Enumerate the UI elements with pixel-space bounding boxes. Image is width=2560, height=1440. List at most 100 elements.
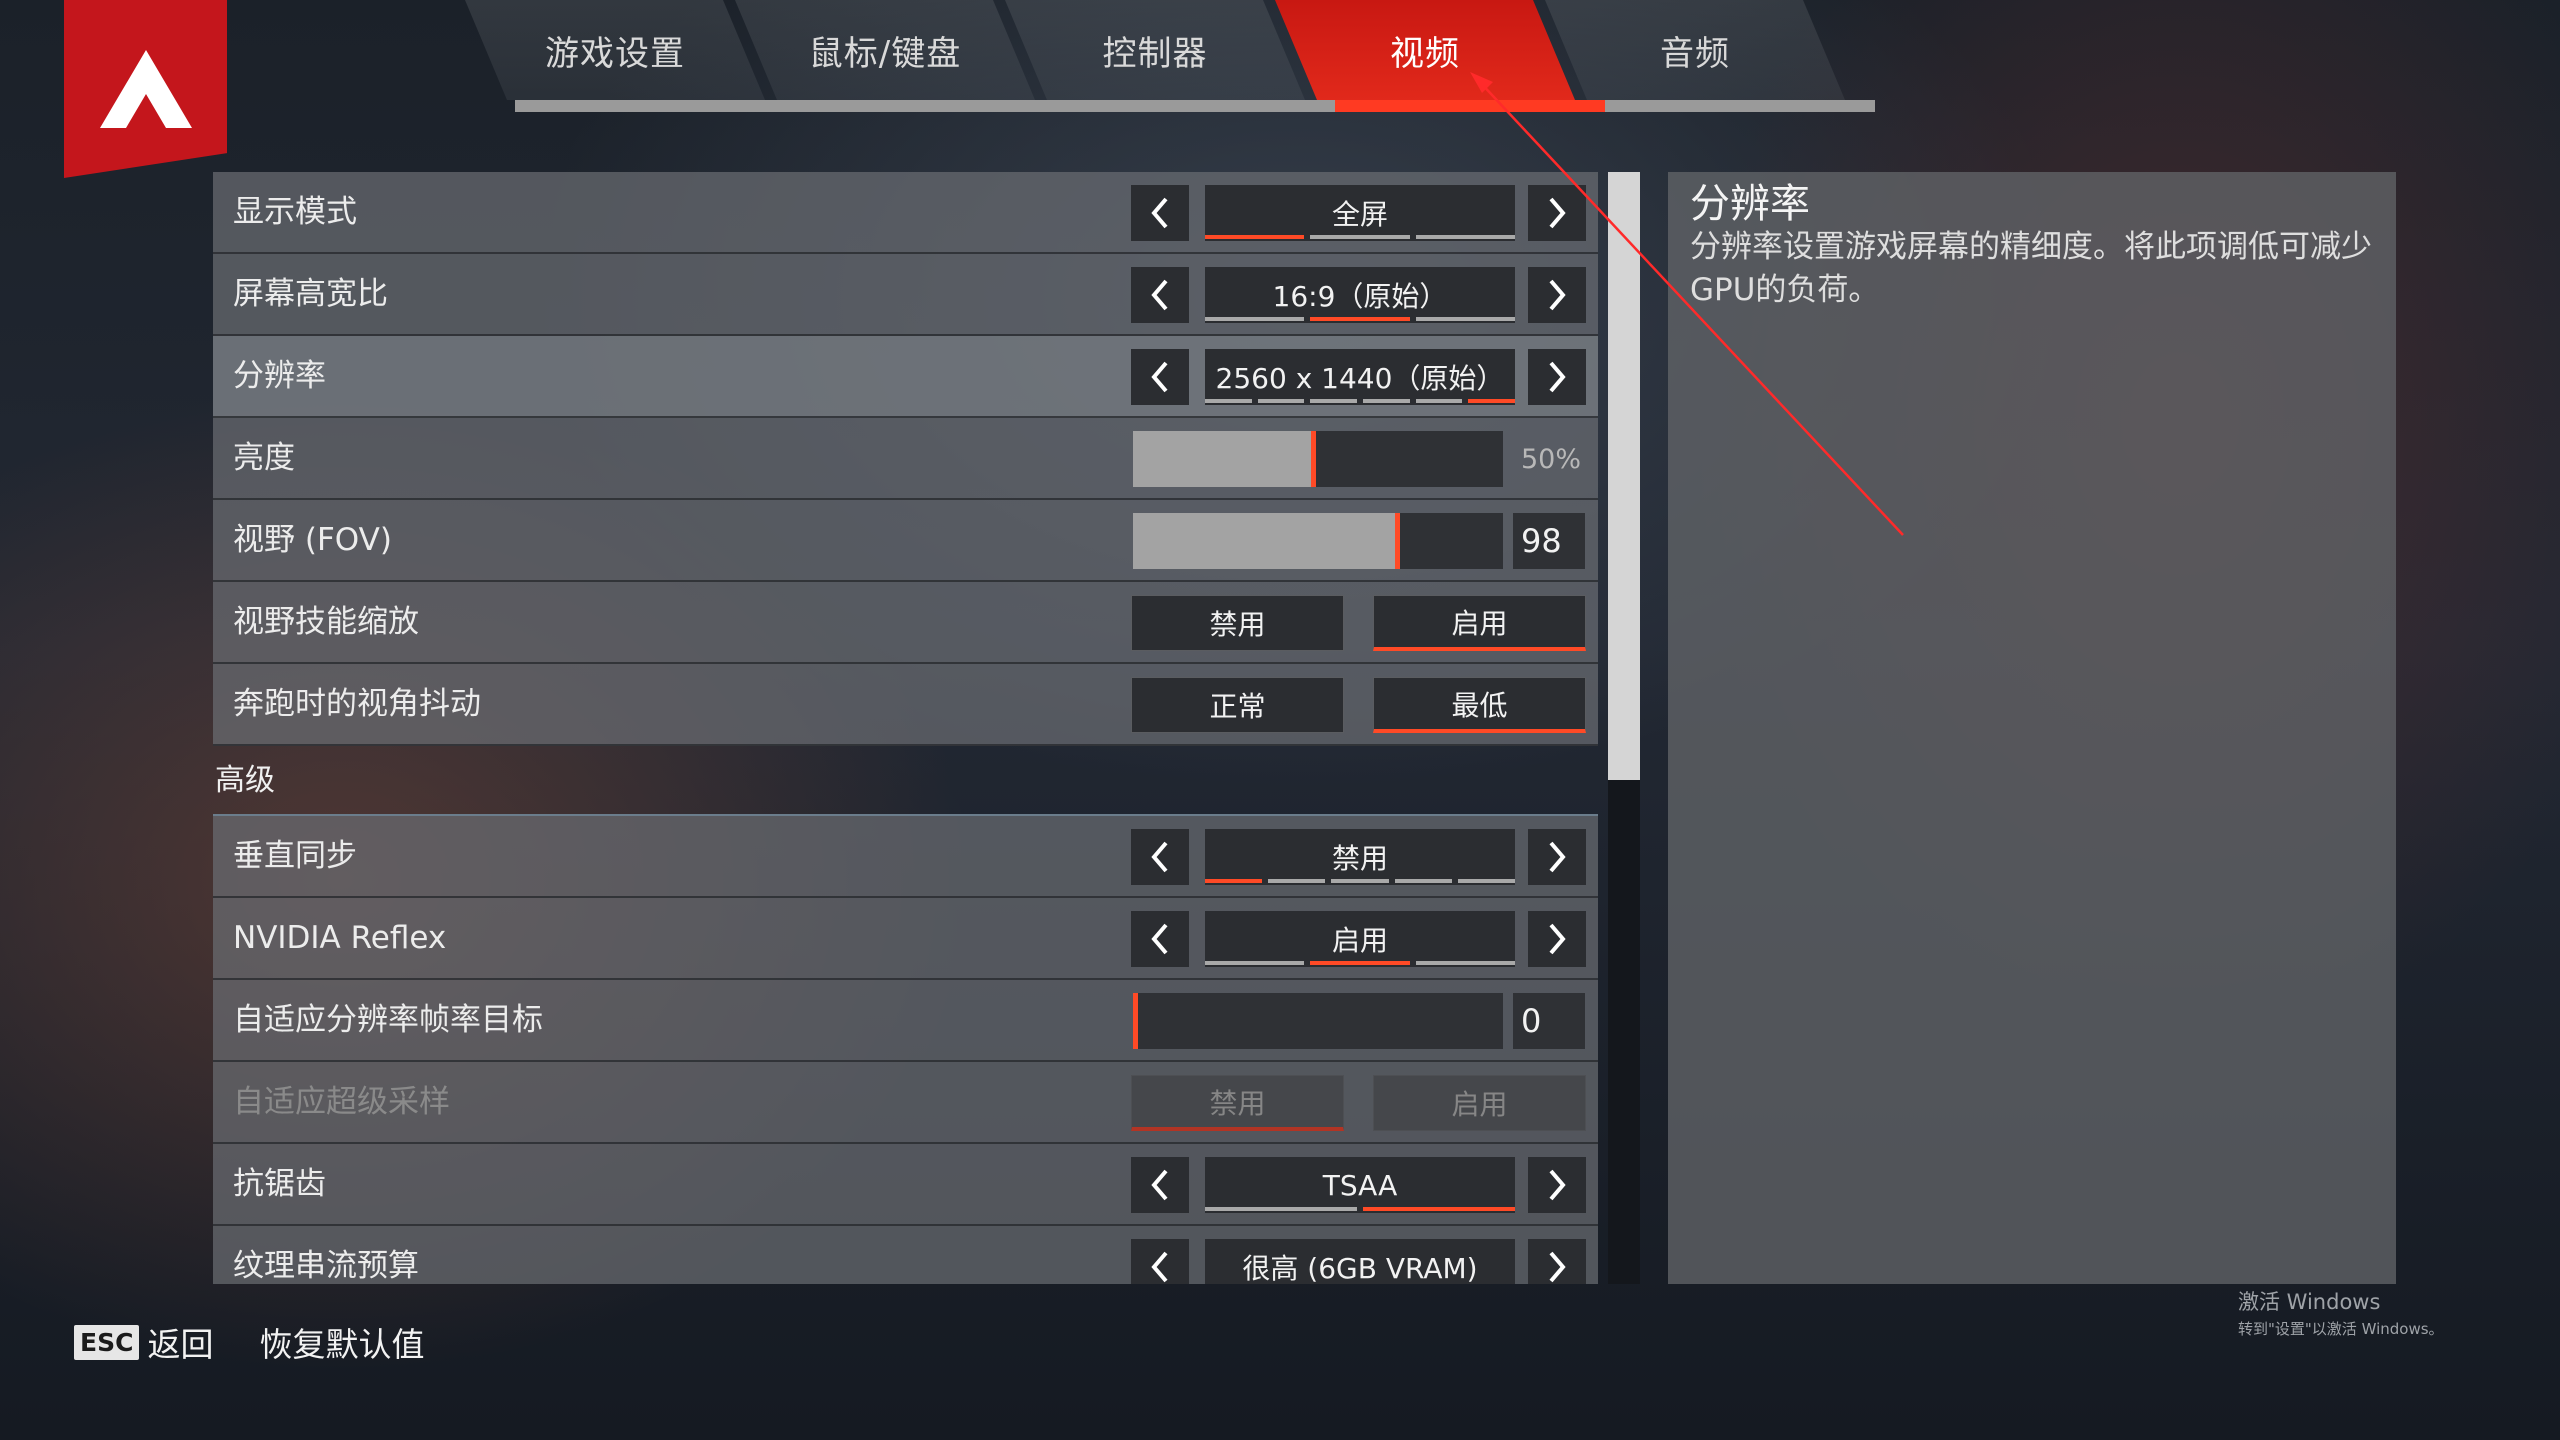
setting-label: 抗锯齿 [233, 1166, 326, 1202]
setting-label: 自适应超级采样 [233, 1084, 450, 1120]
description-title: 分辨率 [1690, 181, 1810, 227]
selected-value: 16:9（原始） [1205, 267, 1515, 323]
tab-active-underline [1335, 100, 1605, 112]
chevron-left-icon [1151, 197, 1168, 229]
setting-label: 视野 (FOV) [233, 522, 392, 558]
next-option-button[interactable] [1528, 267, 1586, 323]
setting-label: 自适应分辨率帧率目标 [233, 1002, 543, 1038]
toggle-option-disable: 禁用 [1131, 1075, 1344, 1131]
fov-value-field[interactable]: 98 [1513, 513, 1585, 569]
setting-row-vsync[interactable]: 垂直同步 禁用 [213, 816, 1598, 898]
chevron-right-icon [1549, 923, 1566, 955]
option-indicator [1205, 399, 1516, 403]
prev-option-button[interactable] [1131, 1239, 1189, 1284]
tab-audio[interactable]: 音频 [1545, 0, 1845, 100]
next-option-button[interactable] [1528, 1239, 1586, 1284]
setting-label: 屏幕高宽比 [233, 276, 388, 312]
setting-row-adaptive-resolution[interactable]: 自适应分辨率帧率目标 0 [213, 980, 1598, 1062]
brightness-slider[interactable] [1133, 431, 1503, 487]
brightness-value: 50% [1521, 443, 1582, 475]
windows-activation-watermark: 激活 Windows 转到"设置"以激活 Windows。 [2238, 1286, 2444, 1339]
toggle-option-normal[interactable]: 正常 [1131, 677, 1344, 733]
setting-row-texture-budget[interactable]: 纹理串流预算 很高 (6GB VRAM) [213, 1226, 1598, 1284]
chevron-left-icon [1151, 361, 1168, 393]
slider-handle[interactable] [1133, 993, 1138, 1049]
adaptive-resolution-value-field[interactable]: 0 [1513, 993, 1585, 1049]
slider-handle[interactable] [1311, 431, 1316, 487]
selected-value: 启用 [1205, 911, 1515, 967]
option-indicator [1205, 961, 1515, 965]
next-option-button[interactable] [1528, 911, 1586, 967]
toggle-option-enable: 启用 [1373, 1075, 1586, 1131]
setting-description-panel: 分辨率 分辨率设置游戏屏幕的精细度。将此项调低可减少GPU的负荷。 [1668, 172, 2396, 1284]
back-button[interactable]: 返回 [147, 1318, 213, 1366]
restore-defaults-button[interactable]: 恢复默认值 [259, 1318, 424, 1366]
selected-value: 很高 (6GB VRAM) [1205, 1239, 1515, 1284]
option-indicator [1205, 317, 1515, 321]
setting-row-resolution[interactable]: 分辨率 2560 x 1440（原始） [213, 336, 1598, 418]
prev-option-button[interactable] [1131, 829, 1189, 885]
settings-scrollbar[interactable] [1608, 172, 1640, 1284]
setting-row-display-mode[interactable]: 显示模式 全屏 [213, 172, 1598, 254]
toggle-option-disable[interactable]: 禁用 [1131, 595, 1344, 651]
toggle-option-enable[interactable]: 启用 [1373, 595, 1586, 651]
option-indicator [1205, 1207, 1515, 1211]
slider-fill [1133, 431, 1313, 487]
chevron-left-icon [1151, 279, 1168, 311]
chevron-right-icon [1549, 1169, 1566, 1201]
next-option-button[interactable] [1528, 1157, 1586, 1213]
adaptive-resolution-slider[interactable] [1133, 993, 1503, 1049]
tab-video[interactable]: 视频 [1275, 0, 1575, 100]
setting-label: 纹理串流预算 [233, 1248, 419, 1284]
chevron-left-icon [1151, 841, 1168, 873]
next-option-button[interactable] [1528, 829, 1586, 885]
setting-row-anti-aliasing[interactable]: 抗锯齿 TSAA [213, 1144, 1598, 1226]
setting-label: NVIDIA Reflex [233, 920, 447, 956]
chevron-left-icon [1151, 923, 1168, 955]
tab-controller[interactable]: 控制器 [1005, 0, 1305, 100]
slider-handle[interactable] [1395, 513, 1400, 569]
prev-option-button[interactable] [1131, 267, 1189, 323]
prev-option-button[interactable] [1131, 1157, 1189, 1213]
fov-slider[interactable] [1133, 513, 1503, 569]
watermark-line2: 转到"设置"以激活 Windows。 [2238, 1320, 2444, 1338]
selected-value: 2560 x 1440（原始） [1205, 349, 1515, 405]
description-text: 分辨率设置游戏屏幕的精细度。将此项调低可减少GPU的负荷。 [1690, 229, 2372, 308]
next-option-button[interactable] [1528, 185, 1586, 241]
option-indicator [1205, 879, 1516, 883]
prev-option-button[interactable] [1131, 911, 1189, 967]
tab-mouse-keyboard[interactable]: 鼠标/键盘 [735, 0, 1035, 100]
chevron-left-icon [1151, 1251, 1168, 1283]
footer-bar: ESC 返回 恢复默认值 [74, 1318, 424, 1366]
next-option-button[interactable] [1528, 349, 1586, 405]
chevron-right-icon [1549, 197, 1566, 229]
tab-game-settings[interactable]: 游戏设置 [465, 0, 765, 100]
setting-row-nvidia-reflex[interactable]: NVIDIA Reflex 启用 [213, 898, 1598, 980]
prev-option-button[interactable] [1131, 349, 1189, 405]
setting-label: 亮度 [233, 440, 295, 476]
selected-value: 禁用 [1205, 829, 1515, 885]
chevron-right-icon [1549, 361, 1566, 393]
video-settings-list: 显示模式 全屏 屏幕高宽比 16:9（原始） 分辨率 2560 x 1440（原… [213, 172, 1598, 1284]
tab-underline [515, 100, 1875, 112]
selected-value: TSAA [1205, 1157, 1515, 1213]
setting-row-adaptive-supersampling: 自适应超级采样 禁用 启用 [213, 1062, 1598, 1144]
esc-key-icon: ESC [74, 1324, 140, 1360]
toggle-option-minimal[interactable]: 最低 [1373, 677, 1586, 733]
chevron-right-icon [1549, 841, 1566, 873]
slider-fill [1133, 513, 1397, 569]
watermark-line1: 激活 Windows [2238, 1290, 2381, 1314]
setting-label: 视野技能缩放 [233, 604, 419, 640]
setting-row-brightness[interactable]: 亮度 50% [213, 418, 1598, 500]
prev-option-button[interactable] [1131, 185, 1189, 241]
scrollbar-thumb[interactable] [1608, 172, 1640, 780]
tab-bar: 游戏设置 鼠标/键盘 控制器 视频 音频 [0, 0, 1900, 112]
setting-label: 分辨率 [233, 358, 326, 394]
chevron-left-icon [1151, 1169, 1168, 1201]
chevron-right-icon [1549, 1251, 1566, 1283]
setting-row-sprint-shake[interactable]: 奔跑时的视角抖动 正常 最低 [213, 664, 1598, 746]
setting-label: 奔跑时的视角抖动 [233, 686, 481, 722]
setting-row-ability-fov[interactable]: 视野技能缩放 禁用 启用 [213, 582, 1598, 664]
setting-row-fov[interactable]: 视野 (FOV) 98 [213, 500, 1598, 582]
setting-row-aspect-ratio[interactable]: 屏幕高宽比 16:9（原始） [213, 254, 1598, 336]
